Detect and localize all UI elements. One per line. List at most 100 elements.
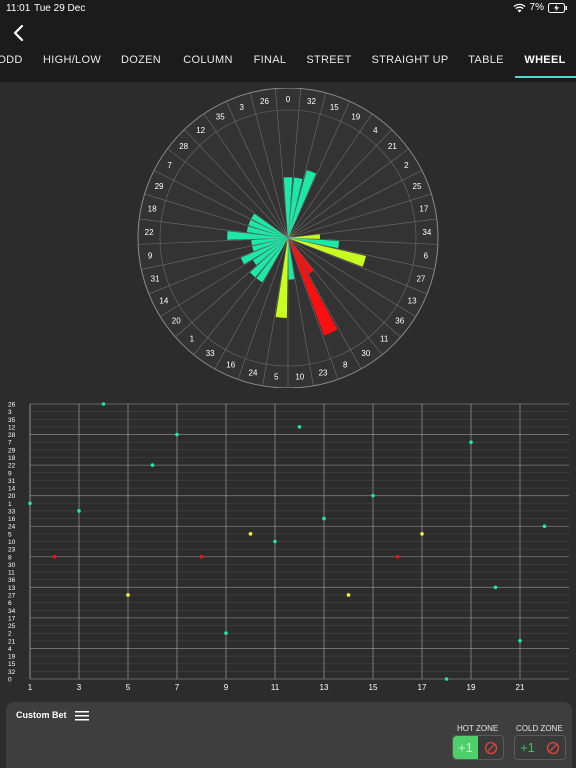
data-point	[493, 585, 498, 590]
data-point	[150, 463, 155, 467]
tab-straight-up[interactable]: STRAIGHT UP	[371, 52, 448, 78]
status-bar: 11:01 Tue 29 Dec 7%	[0, 0, 576, 18]
wheel-number-label: 11	[380, 334, 389, 343]
wheel-number-label: 1	[190, 334, 195, 343]
y-tick-label: 14	[8, 486, 16, 493]
wheel-number-label: 19	[351, 113, 360, 122]
data-point	[518, 639, 522, 643]
x-tick-label: 1	[28, 683, 33, 692]
cold-zone-clear-button[interactable]	[540, 736, 565, 759]
tab-wheel[interactable]: WHEEL	[524, 52, 565, 78]
data-point	[297, 425, 302, 429]
tab-table[interactable]: TABLE	[468, 52, 504, 78]
tab-dozen[interactable]: DOZEN	[121, 52, 161, 78]
data-point	[371, 493, 375, 498]
x-tick-label: 17	[418, 683, 427, 692]
data-point	[444, 677, 449, 681]
x-tick-label: 21	[516, 683, 525, 692]
y-tick-label: 36	[8, 577, 16, 584]
wheel-number-label: 27	[416, 275, 425, 284]
data-point	[28, 501, 32, 506]
tab-column[interactable]: COLUMN	[183, 52, 232, 78]
hot-zone-clear-button[interactable]	[478, 736, 503, 759]
wheel-number-label: 7	[167, 161, 172, 170]
y-tick-label: 17	[8, 615, 16, 622]
wheel-number-label: 30	[361, 349, 370, 358]
wheel-number-label: 0	[286, 95, 291, 104]
wheel-number-label: 6	[424, 252, 429, 261]
y-tick-label: 2	[8, 631, 12, 638]
nav-bar: ODD HIGH/LOW DOZEN COLUMN FINAL STREET S…	[0, 18, 576, 82]
tab-high-low[interactable]: HIGH/LOW	[43, 52, 101, 78]
y-tick-label: 15	[8, 661, 16, 668]
data-point	[469, 440, 473, 444]
y-tick-label: 31	[8, 478, 16, 485]
wheel-number-label: 32	[307, 97, 316, 106]
battery-charging-icon	[548, 2, 567, 13]
wheel-number-label: 17	[419, 205, 428, 214]
y-tick-label: 13	[8, 585, 16, 592]
battery-percent: 7%	[529, 2, 544, 13]
y-tick-label: 16	[8, 516, 16, 523]
y-tick-label: 20	[8, 493, 16, 500]
y-tick-label: 3	[8, 409, 12, 416]
y-tick-label: 23	[8, 547, 16, 554]
data-point	[322, 516, 326, 521]
status-right: 7%	[513, 2, 568, 13]
wheel-number-label: 22	[145, 228, 154, 237]
history-scatter-plot: 0 32 15 19 4 21 2 25 17 34 6 27 13 36 11 30 8 23 10 5 24 16 33…	[0, 396, 576, 696]
wheel-svg: 0 321519421225173462713361130823105241633…	[137, 87, 439, 389]
tab-odd[interactable]: ODD	[0, 52, 23, 78]
custom-bet-title: Custom Bet	[16, 710, 67, 720]
data-point	[175, 432, 179, 437]
data-point	[224, 631, 228, 635]
y-tick-label: 11	[8, 570, 15, 577]
prohibit-icon	[546, 741, 559, 754]
x-tick-label: 13	[320, 683, 329, 692]
wheel-number-label: 9	[148, 252, 153, 261]
custom-bet-panel: Custom Bet HOT ZONE COLD ZONE +1 +1	[6, 702, 572, 768]
y-tick-label: 25	[8, 623, 16, 630]
wheel-number-label: 25	[413, 182, 422, 191]
wheel-number-label: 15	[330, 103, 339, 112]
hot-zone-plus-button[interactable]: +1	[453, 736, 478, 759]
y-tick-label: 7	[8, 440, 12, 447]
wheel-number-label: 14	[159, 297, 168, 306]
tab-bar: ODD HIGH/LOW DOZEN COLUMN FINAL STREET S…	[0, 52, 576, 78]
data-point	[248, 532, 253, 536]
data-point	[199, 554, 204, 559]
prohibit-icon	[484, 741, 497, 754]
x-tick-label: 15	[369, 683, 378, 692]
wheel-number-label: 34	[422, 228, 431, 237]
wheel-number-label: 4	[373, 126, 378, 135]
wheel-number-label: 33	[206, 349, 215, 358]
y-tick-label: 1	[8, 501, 12, 508]
hot-zone-controls: +1	[452, 735, 504, 760]
back-chevron-icon[interactable]	[8, 22, 30, 44]
wheel-number-label: 21	[388, 142, 397, 151]
menu-icon[interactable]	[75, 710, 89, 721]
data-point	[346, 593, 351, 597]
y-tick-label: 18	[8, 455, 16, 462]
wheel-number-label: 20	[172, 317, 181, 326]
status-date: Tue 29 Dec	[34, 3, 86, 14]
wheel-number-label: 35	[216, 113, 225, 122]
y-tick-label: 30	[8, 562, 16, 569]
wheel-number-label: 8	[343, 361, 348, 370]
tab-final[interactable]: FINAL	[254, 52, 287, 78]
y-tick-label: 32	[8, 669, 16, 676]
x-tick-label: 11	[271, 683, 280, 692]
y-tick-label: 12	[8, 424, 16, 431]
data-point	[126, 593, 130, 597]
wheel-number-label: 23	[319, 369, 328, 378]
y-tick-label: 35	[8, 417, 16, 424]
wheel-number-label: 28	[179, 142, 188, 151]
active-tab-indicator	[515, 76, 576, 78]
wheel-number-label: 10	[295, 372, 304, 381]
wheel-number-label: 5	[274, 372, 279, 381]
tab-street[interactable]: STREET	[306, 52, 351, 78]
cold-zone-plus-button[interactable]: +1	[515, 736, 540, 759]
data-point	[395, 554, 400, 559]
wheel-number-label: 12	[196, 126, 205, 135]
y-tick-label: 6	[8, 600, 12, 607]
